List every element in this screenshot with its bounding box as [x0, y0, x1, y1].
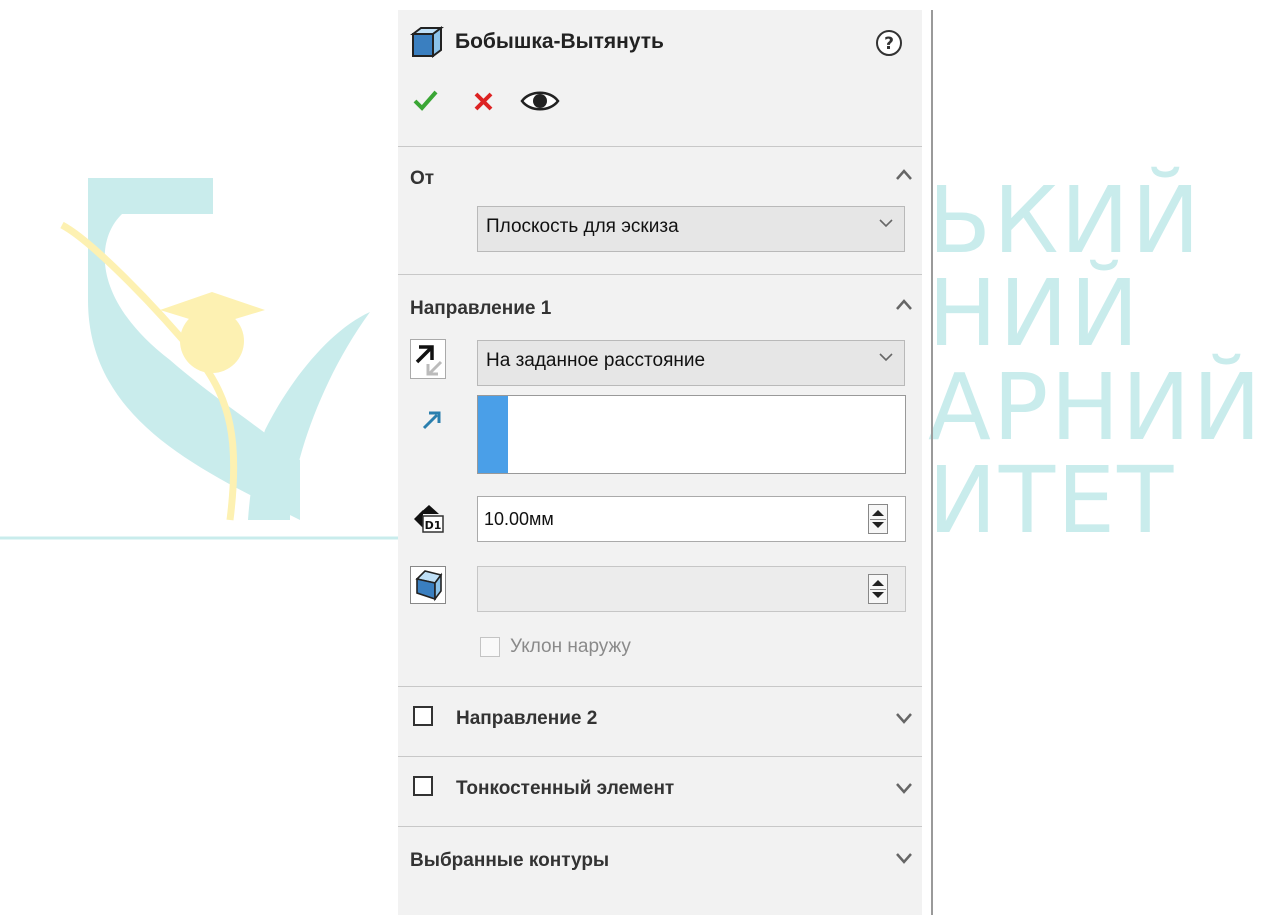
direction2-checkbox[interactable] [413, 706, 433, 726]
panel-border [931, 10, 933, 915]
collapse-up-icon[interactable] [894, 167, 914, 183]
draft-outward-label: Уклон наружу [510, 636, 631, 657]
depth-dimension-icon: D1 [414, 505, 444, 533]
boss-extrude-icon [410, 26, 444, 58]
section-thin-feature-label: Тонкостенный элемент [456, 778, 675, 799]
section-from-label: От [410, 168, 435, 189]
preview-eye-icon[interactable] [518, 86, 562, 116]
section-direction1-label: Направление 1 [410, 298, 552, 319]
draft-toggle-button[interactable] [410, 566, 446, 604]
expand-down-icon[interactable] [894, 780, 914, 796]
thin-feature-checkbox[interactable] [413, 776, 433, 796]
watermark-line-1: ЬКИЙ [928, 167, 1203, 274]
chevron-down-icon [879, 353, 893, 362]
draft-on-off-icon [415, 570, 443, 602]
cancel-x-icon[interactable] [472, 90, 496, 114]
panel-title: Бобышка-Вытянуть [455, 30, 664, 53]
expand-down-icon[interactable] [894, 850, 914, 866]
divider [398, 146, 922, 147]
chevron-down-icon [879, 219, 893, 228]
svg-text:?: ? [884, 34, 894, 54]
watermark-line-3: АРНИЙ [928, 354, 1264, 461]
draft-outward-checkbox[interactable] [480, 637, 500, 657]
ok-checkmark-icon[interactable] [412, 88, 440, 112]
direction-vector-icon [422, 411, 441, 430]
svg-text:D1: D1 [425, 519, 442, 532]
watermark-line-4: ИТЕТ [928, 447, 1176, 554]
selection-highlight [478, 396, 508, 473]
section-selected-contours-label: Выбранные контуры [410, 850, 610, 871]
reverse-direction-button[interactable] [410, 339, 446, 379]
section-direction2-label: Направление 2 [456, 708, 598, 729]
direction-selection-box[interactable] [477, 395, 906, 474]
end-condition-value: На заданное расстояние [486, 350, 706, 371]
divider [398, 826, 922, 827]
depth-spinner[interactable] [868, 504, 888, 534]
end-condition-combo[interactable]: На заданное расстояние [477, 340, 905, 386]
watermark-line-2: НИЙ [928, 260, 1141, 367]
divider [398, 274, 922, 275]
logo-icon [0, 178, 400, 540]
draft-angle-input[interactable] [477, 566, 906, 612]
depth-value: 10.00мм [484, 509, 554, 529]
collapse-up-icon[interactable] [894, 297, 914, 313]
help-icon[interactable]: ? [874, 28, 904, 58]
divider [398, 686, 922, 687]
reverse-direction-icon [415, 345, 443, 376]
draft-angle-spinner[interactable] [868, 574, 888, 604]
from-combo[interactable]: Плоскость для эскиза [477, 206, 905, 252]
divider [398, 756, 922, 757]
expand-down-icon[interactable] [894, 710, 914, 726]
from-combo-value: Плоскость для эскиза [486, 216, 679, 237]
depth-input[interactable]: 10.00мм [477, 496, 906, 542]
